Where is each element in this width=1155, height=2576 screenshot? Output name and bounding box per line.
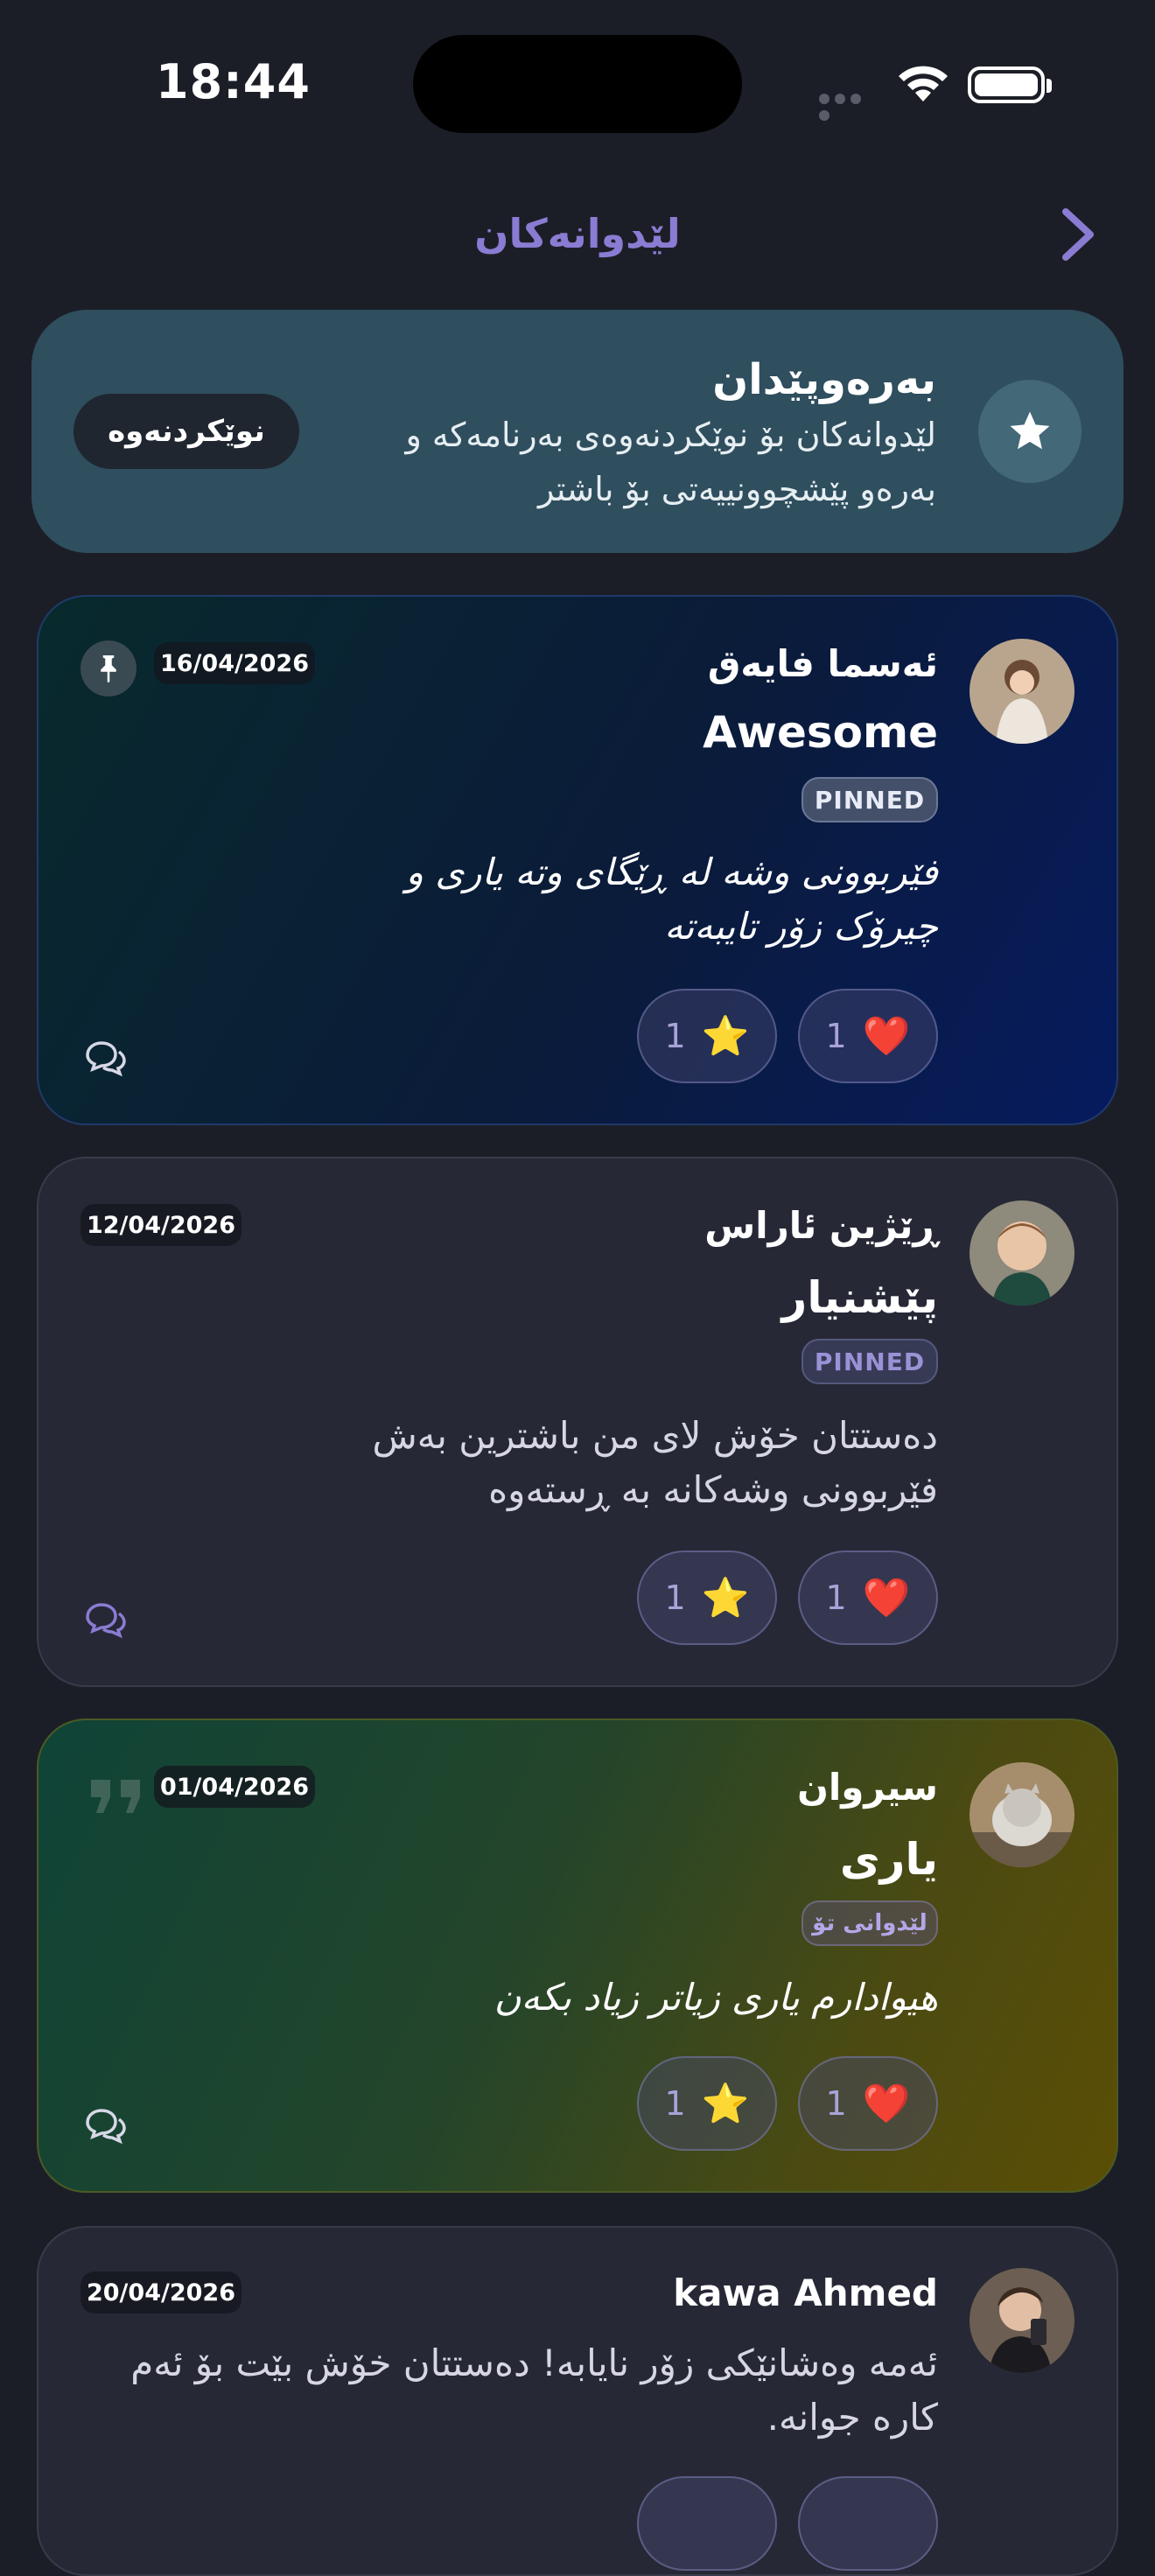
comment-body: دەستتان خۆش لای من باشترین بەش فێربوونی … xyxy=(372,1414,938,1511)
pinned-badge: PINNED xyxy=(802,777,938,822)
comment-date: 01/04/2026 xyxy=(154,1766,315,1808)
comment-date: 12/04/2026 xyxy=(80,1204,242,1246)
heart-reaction-button[interactable]: 1 ❤️ xyxy=(798,989,938,1083)
comment-icon[interactable] xyxy=(82,2107,128,2146)
status-time: 18:44 xyxy=(156,54,311,109)
avatar xyxy=(970,639,1074,744)
pinned-badge: PINNED xyxy=(802,1339,938,1384)
reaction-count: 1 xyxy=(664,1017,686,1055)
banner-subtitle: لێدوانەکان بۆ نوێکردنەوەی بەرنامەکە و بە… xyxy=(405,416,936,508)
pin-icon[interactable] xyxy=(80,640,136,696)
comment-author: ڕێژین ئاراس xyxy=(704,1204,938,1247)
reaction-count: 1 xyxy=(825,1017,847,1055)
comment-author: سیروان xyxy=(797,1766,938,1809)
comment-title: پێشنیار xyxy=(781,1272,938,1323)
reaction-count: 1 xyxy=(664,2084,686,2123)
avatar xyxy=(970,1200,1074,1306)
reaction-count: 1 xyxy=(664,1578,686,1617)
comment-title: یاری xyxy=(839,1834,938,1885)
comment-date: 16/04/2026 xyxy=(154,642,315,684)
heart-icon: ❤️ xyxy=(862,1576,911,1620)
star-reaction-button[interactable]: 1 ⭐ xyxy=(637,1550,777,1645)
star-icon: ⭐ xyxy=(701,1014,750,1059)
reaction-count: 1 xyxy=(825,1578,847,1617)
star-icon xyxy=(978,380,1082,483)
comment-body: ئەمە وەشانێکی زۆر نایابە! دەستتان خۆش بێ… xyxy=(130,2342,938,2439)
comment-body: هیوادارم یاری زیاتر زیاد بکەن xyxy=(494,1976,938,2019)
comment-body: فێربوونی وشە لە ڕێگای وتە یاری و چیرۆک ز… xyxy=(405,850,938,948)
avatar xyxy=(970,1762,1074,1867)
avatar xyxy=(970,2268,1074,2373)
comment-date: 20/04/2026 xyxy=(80,2272,242,2314)
battery-icon xyxy=(968,66,1052,103)
signal-icon xyxy=(819,91,880,121)
comment-author: ئەسما فایەق xyxy=(707,642,938,685)
page-title: لێدوانەکان xyxy=(474,210,681,257)
star-reaction-button[interactable]: 1 ⭐ xyxy=(637,989,777,1083)
heart-icon: ❤️ xyxy=(862,2082,911,2126)
quote-icon xyxy=(91,1780,140,1813)
star-icon: ⭐ xyxy=(701,2082,750,2126)
heart-reaction-button[interactable] xyxy=(798,2476,938,2571)
dynamic-island xyxy=(413,35,742,133)
comment-author: kawa Ahmed xyxy=(673,2272,938,2314)
comment-icon[interactable] xyxy=(82,1601,128,1640)
star-reaction-button[interactable]: 1 ⭐ xyxy=(637,2056,777,2151)
comment-icon[interactable] xyxy=(82,1040,128,1078)
comment-title: Awesome xyxy=(703,707,938,758)
your-comment-badge: لێدوانی تۆ xyxy=(802,1900,938,1946)
wifi-icon xyxy=(899,66,948,102)
heart-reaction-button[interactable]: 1 ❤️ xyxy=(798,1550,938,1645)
heart-icon: ❤️ xyxy=(862,1014,911,1059)
heart-reaction-button[interactable]: 1 ❤️ xyxy=(798,2056,938,2151)
star-reaction-button[interactable] xyxy=(637,2476,777,2571)
refresh-button[interactable]: نوێکردنەوە xyxy=(74,394,299,469)
back-chevron-icon[interactable] xyxy=(1059,206,1097,272)
star-icon: ⭐ xyxy=(701,1576,750,1620)
banner-title: بەرەوپێدان xyxy=(712,355,936,404)
reaction-count: 1 xyxy=(825,2084,847,2123)
